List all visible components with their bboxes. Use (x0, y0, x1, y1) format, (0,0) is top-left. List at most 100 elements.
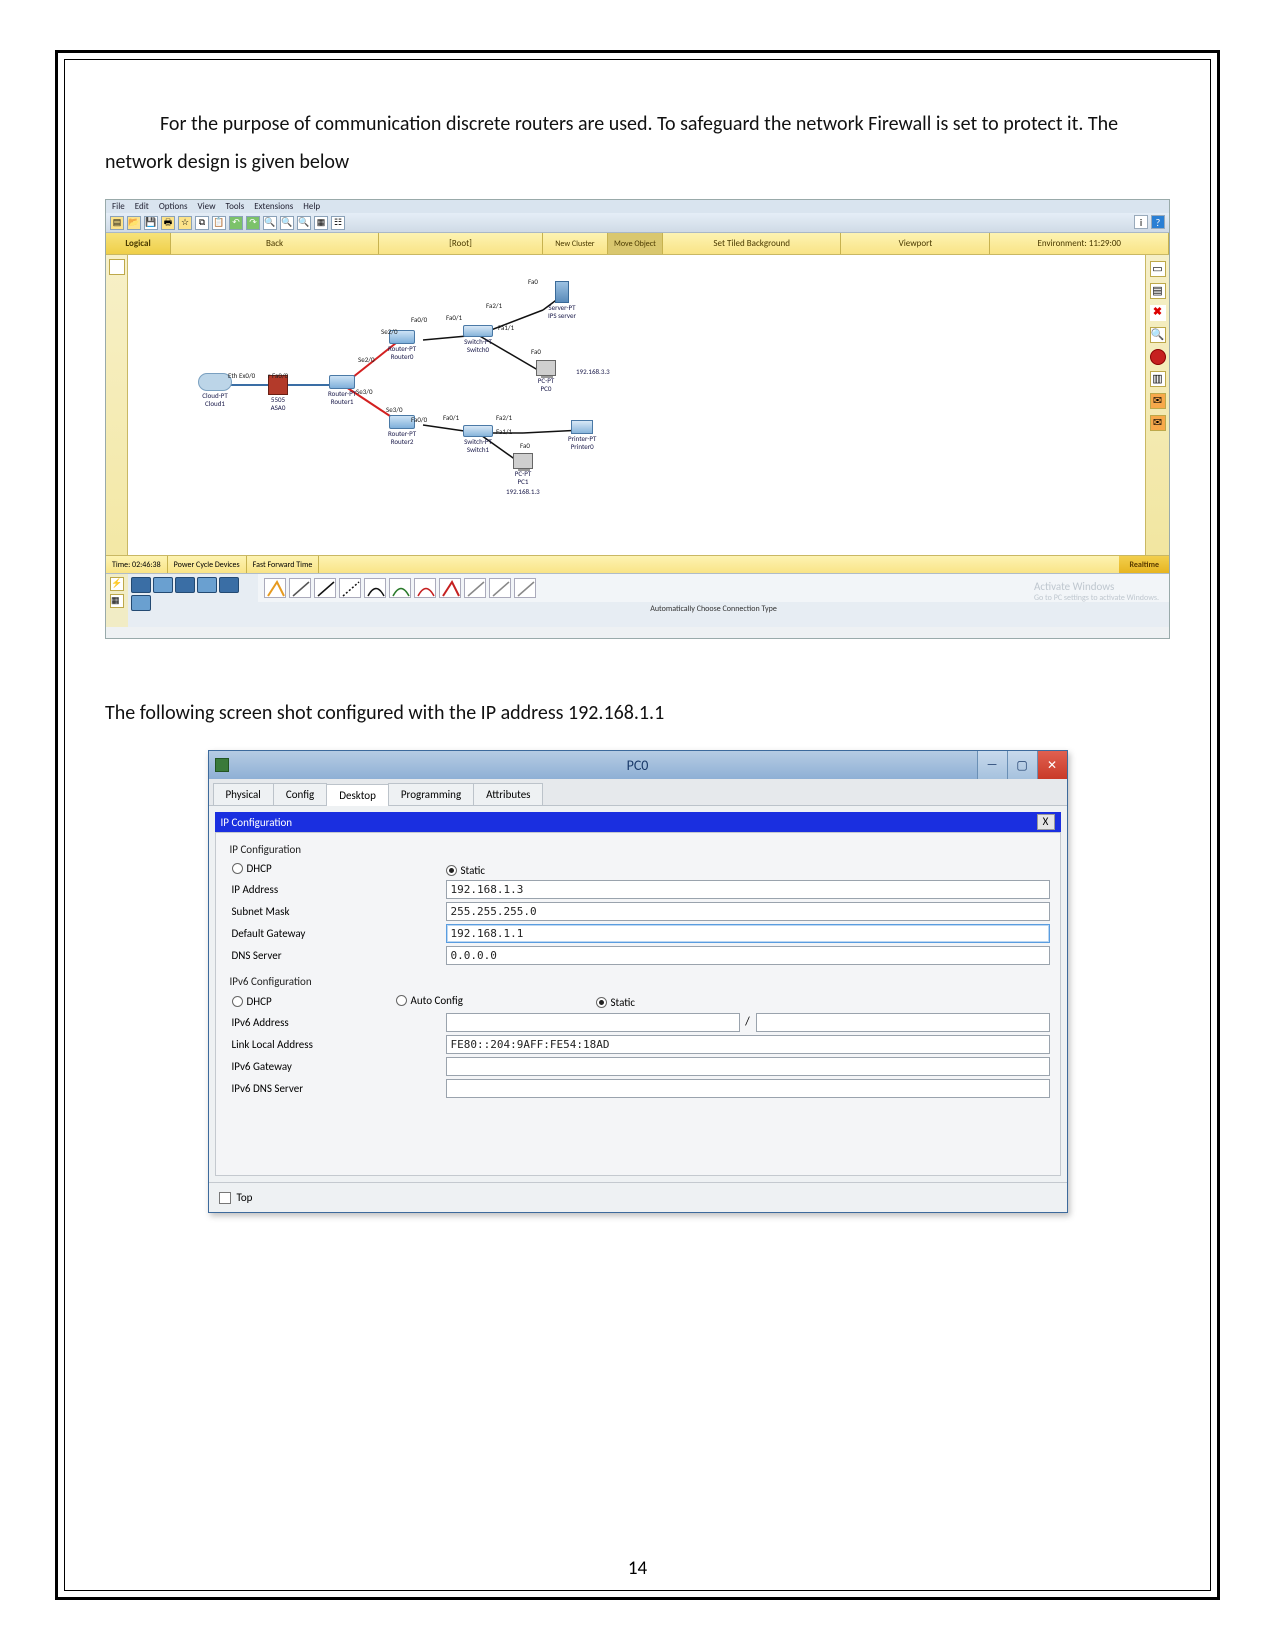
link-local-input[interactable] (446, 1035, 1050, 1054)
select-icon[interactable] (109, 259, 125, 275)
wizard-icon[interactable]: ☆ (178, 216, 192, 230)
gateway-input[interactable] (446, 924, 1050, 943)
radio-autoconfig[interactable]: Auto Config (396, 994, 463, 1007)
ipv6-gateway-input[interactable] (446, 1057, 1050, 1076)
menu-options[interactable]: Options (157, 201, 190, 212)
conn-coax-icon[interactable] (414, 578, 436, 598)
undo-icon[interactable]: ↶ (229, 216, 243, 230)
inspect-icon[interactable]: 🔍 (1150, 327, 1166, 343)
simple-pdu-icon[interactable]: ▥ (1150, 371, 1166, 387)
ip-address-input[interactable] (446, 880, 1050, 899)
pc0-titlebar[interactable]: PC0 — ▢ ✕ (209, 751, 1067, 779)
menu-bar[interactable]: File Edit Options View Tools Extensions … (106, 200, 1169, 213)
select-tool-icon[interactable]: ▭ (1150, 261, 1166, 277)
conn-usb-icon[interactable] (514, 578, 536, 598)
conn-serial-dte-icon[interactable] (464, 578, 486, 598)
move-object-button[interactable]: Move Object (608, 233, 663, 254)
node-asa[interactable]: 5505 ASA0 (268, 375, 288, 411)
radio-dhcp6[interactable]: DHCP (232, 995, 272, 1008)
conn-fiber-icon[interactable] (364, 578, 386, 598)
device-panel[interactable]: ⚡ ▦ (106, 573, 1169, 627)
ipv6-dns-input[interactable] (446, 1079, 1050, 1098)
node-printer[interactable]: Printer-PT Printer0 (568, 420, 596, 450)
menu-tools[interactable]: Tools (224, 201, 247, 212)
conn-octal-icon[interactable] (489, 578, 511, 598)
viewport-button[interactable]: Viewport (841, 233, 990, 254)
power-cycle-button[interactable]: Power Cycle Devices (168, 556, 247, 573)
resize-icon[interactable] (1150, 349, 1166, 365)
paste-icon[interactable]: 📋 (212, 216, 226, 230)
menu-edit[interactable]: Edit (133, 201, 151, 212)
minimize-button[interactable]: — (977, 751, 1007, 779)
tab-programming[interactable]: Programming (388, 783, 474, 805)
dns-input[interactable] (446, 946, 1050, 965)
root-label[interactable]: [Root] (379, 233, 543, 254)
conn-cat-icon[interactable]: ⚡ (110, 577, 124, 591)
save-icon[interactable]: 💾 (144, 216, 158, 230)
copy-icon[interactable]: ⧉ (195, 216, 209, 230)
device-cat-5[interactable] (219, 577, 239, 593)
open-icon[interactable]: 📂 (127, 216, 141, 230)
node-router1[interactable]: Router-PT Router1 (328, 375, 356, 405)
device-cat-6[interactable] (131, 595, 151, 611)
palette-icon[interactable]: ▦ (314, 216, 328, 230)
back-button[interactable]: Back (171, 233, 379, 254)
node-switch1[interactable]: Switch-PT Switch1 (463, 425, 493, 453)
node-pc0[interactable]: PC-PT PC0 (536, 360, 556, 392)
device-cat-2[interactable] (153, 577, 173, 593)
device-categories[interactable] (128, 574, 258, 627)
top-checkbox[interactable] (219, 1192, 231, 1204)
device-cat-1[interactable] (131, 577, 151, 593)
ipconfig-titlebar[interactable]: IP Configuration X (215, 812, 1061, 832)
device-cat-3[interactable] (175, 577, 195, 593)
device-cat-4[interactable] (197, 577, 217, 593)
radio-static6[interactable]: Static (596, 996, 636, 1009)
conn-grid-icon[interactable]: ▦ (110, 594, 124, 608)
delete-icon[interactable]: ✖ (1150, 305, 1166, 321)
subnet-mask-input[interactable] (446, 902, 1050, 921)
node-switch0[interactable]: Switch-PT Switch0 (463, 325, 493, 353)
zoom-in-icon[interactable]: 🔍 (263, 216, 277, 230)
topology-canvas[interactable]: Cloud-PT Cloud1 5505 ASA0 Router-PT Rout… (128, 255, 1145, 555)
node-server[interactable]: Server-PT IPS server (548, 281, 576, 319)
menu-help[interactable]: Help (301, 201, 322, 212)
maximize-button[interactable]: ▢ (1007, 751, 1037, 779)
menu-file[interactable]: File (110, 201, 127, 212)
print-icon[interactable]: 🖶 (161, 216, 175, 230)
fast-forward-button[interactable]: Fast Forward Time (247, 556, 320, 573)
conn-serial-dce-icon[interactable] (439, 578, 461, 598)
connection-types[interactable] (258, 574, 1169, 602)
tab-desktop[interactable]: Desktop (326, 784, 389, 806)
help-icon[interactable]: ? (1151, 215, 1165, 229)
ipv6-prefix-input[interactable] (756, 1013, 1050, 1032)
workspace-bar[interactable]: Logical Back [Root] New Cluster Move Obj… (106, 233, 1169, 255)
conn-phone-icon[interactable] (389, 578, 411, 598)
custom-icon[interactable]: ☷ (331, 216, 345, 230)
tab-config[interactable]: Config (273, 783, 327, 805)
menu-view[interactable]: View (196, 201, 218, 212)
ipv6-address-input[interactable] (446, 1013, 740, 1032)
info-icon[interactable]: i (1134, 215, 1148, 229)
logical-tab[interactable]: Logical (106, 233, 171, 254)
tab-physical[interactable]: Physical (213, 783, 274, 805)
left-toolbar[interactable] (106, 255, 128, 555)
node-pc1[interactable]: PC-PT PC1 (513, 453, 533, 485)
set-tiled-bg-button[interactable]: Set Tiled Background (663, 233, 842, 254)
realtime-tab[interactable]: Realtime (1119, 556, 1169, 573)
radio-dhcp[interactable]: DHCP (232, 862, 272, 875)
tab-attributes[interactable]: Attributes (473, 783, 543, 805)
zoom-reset-icon[interactable]: 🔍 (280, 216, 294, 230)
conn-cross-icon[interactable] (339, 578, 361, 598)
conn-straight-icon[interactable] (314, 578, 336, 598)
conn-console-icon[interactable] (289, 578, 311, 598)
complex-pdu-icon[interactable]: ✉ (1150, 393, 1166, 409)
zoom-out-icon[interactable]: 🔍 (297, 216, 311, 230)
complex-pdu2-icon[interactable]: ✉ (1150, 415, 1166, 431)
pc0-tabs[interactable]: Physical Config Desktop Programming Attr… (209, 779, 1067, 806)
new-cluster-button[interactable]: New Cluster (543, 233, 608, 254)
new-file-icon[interactable]: ▤ (110, 216, 124, 230)
radio-static[interactable]: Static (446, 864, 486, 877)
node-cloud[interactable]: Cloud-PT Cloud1 (198, 373, 232, 407)
conn-auto-icon[interactable] (264, 578, 286, 598)
ipconfig-close-button[interactable]: X (1037, 814, 1055, 830)
